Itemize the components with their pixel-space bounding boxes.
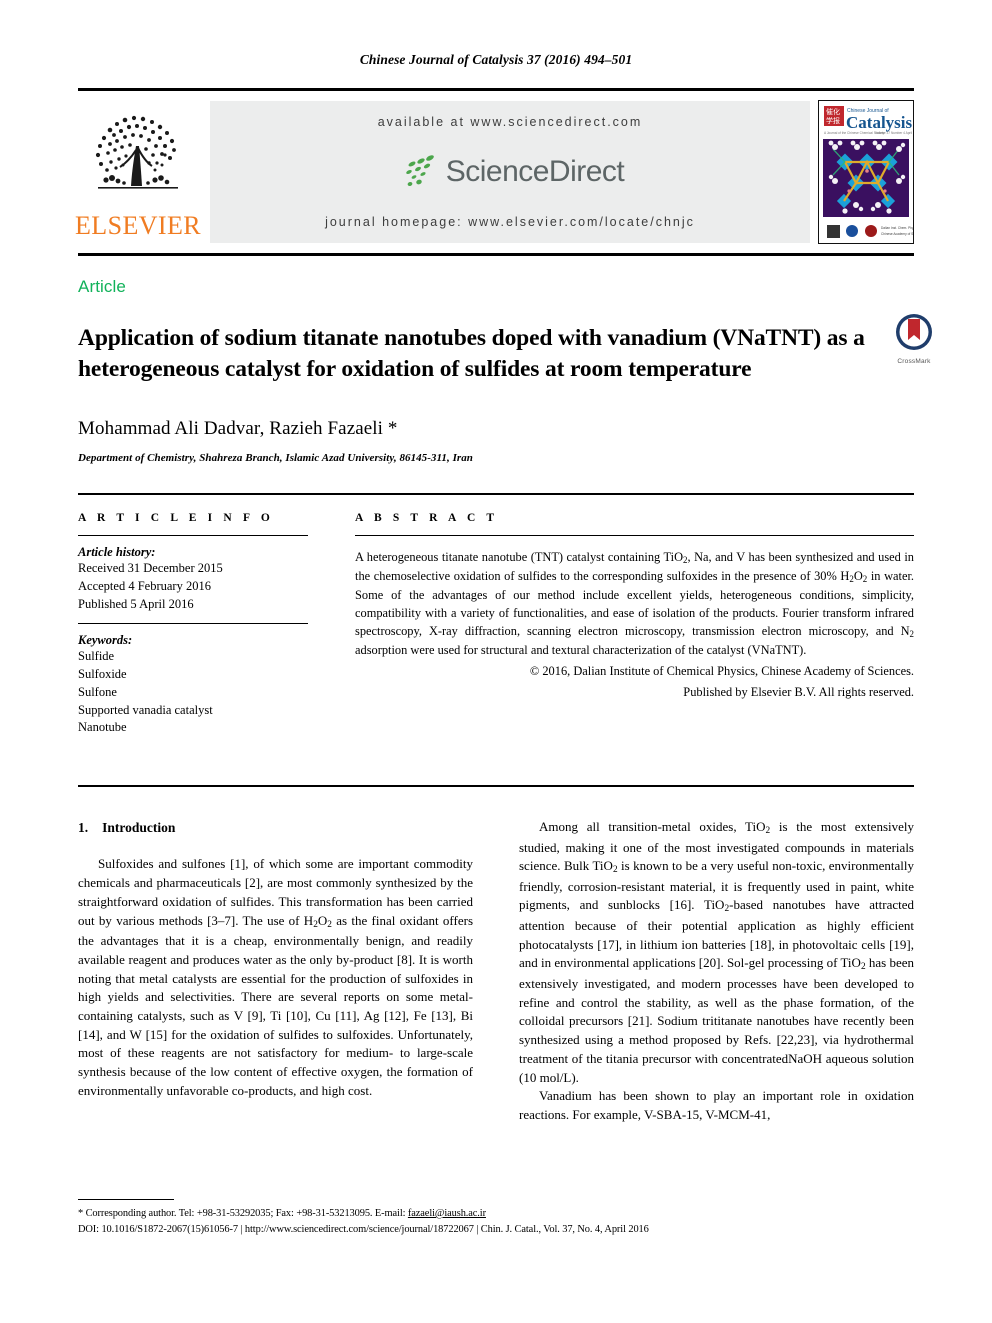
paragraph-seg: as the final oxidant offers the advantag… xyxy=(78,912,474,1098)
section-title: Introduction xyxy=(102,820,176,835)
elsevier-logo: ELSEVIER xyxy=(75,91,201,253)
history-received: Received 31 December 2015 xyxy=(78,561,223,575)
paragraph-seg: has been extensively investigated, and m… xyxy=(519,955,914,1085)
abstract-copyright-line-2: Published by Elsevier B.V. All rights re… xyxy=(683,685,914,700)
paragraph: Sulfoxides and sulfones [1], of which so… xyxy=(78,855,473,1100)
svg-text:学报: 学报 xyxy=(826,116,840,125)
keyword-item: Sulfoxide xyxy=(78,667,127,681)
paragraph-seg: Among all transition-metal oxides, TiO xyxy=(539,819,766,834)
history-published: Published 5 April 2016 xyxy=(78,596,194,611)
section-heading-introduction: 1. Introduction xyxy=(78,818,473,837)
journal-homepage-text: journal homepage: www.elsevier.com/locat… xyxy=(325,215,695,229)
footnote-rule xyxy=(78,1199,174,1200)
article-history-label: Article history: xyxy=(78,545,156,559)
keyword-item: Sulfone xyxy=(78,684,117,699)
corresponding-author-email[interactable]: fazaeli@iaush.ac.ir xyxy=(408,1208,486,1219)
keywords-block: Keywords: Sulfide Sulfoxide Sulfone Supp… xyxy=(78,633,308,737)
keyword-item: Supported vanadia catalyst xyxy=(78,702,213,717)
abstract-column: A B S T R A C T A heterogeneous titanate… xyxy=(355,512,914,701)
corresponding-author-text: * Corresponding author. Tel: +98-31-5329… xyxy=(78,1208,408,1219)
abstract-copyright-line-1: © 2016, Dalian Institute of Chemical Phy… xyxy=(529,664,914,679)
keyword-item: Nanotube xyxy=(78,720,127,735)
article-info-rule xyxy=(78,535,308,536)
journal-cover-image: 催化学报 Chinese Journal of Catalysis A Jour… xyxy=(819,101,913,243)
running-head: Chinese Journal of Catalysis 37 (2016) 4… xyxy=(359,52,633,67)
crossmark-label: CrossMark xyxy=(897,358,931,365)
sciencedirect-wordmark: ScienceDirect xyxy=(445,155,625,188)
sciencedirect-logo: ScienceDirect xyxy=(396,152,625,192)
section-number: 1. xyxy=(78,820,89,835)
elsevier-wordmark: ELSEVIER xyxy=(75,210,201,240)
abstract-body: A heterogeneous titanate nanotube (TNT) … xyxy=(355,548,914,659)
abstract-rule xyxy=(355,535,914,536)
keywords-rule xyxy=(78,623,308,625)
available-at-text: available at www.sciencedirect.com xyxy=(377,115,643,129)
crossmark-badge[interactable]: CrossMark xyxy=(888,312,940,365)
abstract-sub: 2 xyxy=(909,629,914,640)
article-info-heading: A R T I C L E I N F O xyxy=(78,512,274,524)
abstract-heading: A B S T R A C T xyxy=(355,512,499,524)
footnote-block: * Corresponding author. Tel: +98-31-5329… xyxy=(78,1206,928,1238)
svg-text:Chinese Academy of Sciences: Chinese Academy of Sciences xyxy=(881,232,913,236)
svg-text:催化: 催化 xyxy=(826,107,840,116)
abstract-text-seg: O xyxy=(853,568,863,583)
paragraph-seg: O xyxy=(317,912,328,928)
history-accepted: Accepted 4 February 2016 xyxy=(78,578,211,593)
sciencedirect-leaf-icon xyxy=(405,155,434,187)
elsevier-tree-icon xyxy=(86,107,190,212)
page-title: Application of sodium titanate nanotubes… xyxy=(78,324,865,382)
svg-text:Volume 37 Number 4 April 201: Volume 37 Number 4 April 2016 xyxy=(875,131,913,135)
article-first-page: Chinese Journal of Catalysis 37 (2016) 4… xyxy=(0,0,992,1323)
abstract-text-seg: A heterogeneous titanate nanotube (TNT) … xyxy=(355,550,684,564)
crossmark-icon xyxy=(896,314,932,350)
abstract-text-seg: adsorption were used for structural and … xyxy=(355,643,807,658)
doi-line[interactable]: DOI: 10.1016/S1872-2067(15)61056-7 | htt… xyxy=(78,1222,928,1238)
keyword-item: Sulfide xyxy=(78,649,115,664)
journal-cover-thumbnail: 催化 学报 Chinese Journal of Catalysis A Jour… xyxy=(818,100,914,244)
corresponding-author-note: * Corresponding author. Tel: +98-31-5329… xyxy=(78,1206,928,1222)
panel-bottom-rule xyxy=(78,785,914,787)
journal-masthead: ELSEVIER available at www.sciencedirect.… xyxy=(75,88,914,256)
body-column-right: Among all transition-metal oxides, TiO2 … xyxy=(519,818,914,1125)
svg-text:Catalysis: Catalysis xyxy=(846,113,913,132)
panel-top-rule xyxy=(78,493,914,495)
paragraph: Vanadium has been shown to play an impor… xyxy=(519,1088,914,1122)
article-history-block: Article history: Received 31 December 20… xyxy=(78,545,308,613)
author-list: Mohammad Ali Dadvar, Razieh Fazaeli * xyxy=(78,418,398,439)
keywords-label: Keywords: xyxy=(78,633,133,648)
body-column-left: 1. Introduction Sulfoxides and sulfones [… xyxy=(78,818,473,1101)
affiliation: Department of Chemistry, Shahreza Branch… xyxy=(78,452,473,464)
article-type-kicker: Article xyxy=(78,277,126,296)
svg-text:Dalian Inst. Chem. Phys.: Dalian Inst. Chem. Phys. xyxy=(881,226,913,230)
paragraph: Among all transition-metal oxides, TiO2 … xyxy=(519,818,914,1087)
article-info-column: A R T I C L E I N F O Article history: R… xyxy=(78,512,308,737)
sciencedirect-banner: available at www.sciencedirect.com Scien… xyxy=(210,101,810,243)
